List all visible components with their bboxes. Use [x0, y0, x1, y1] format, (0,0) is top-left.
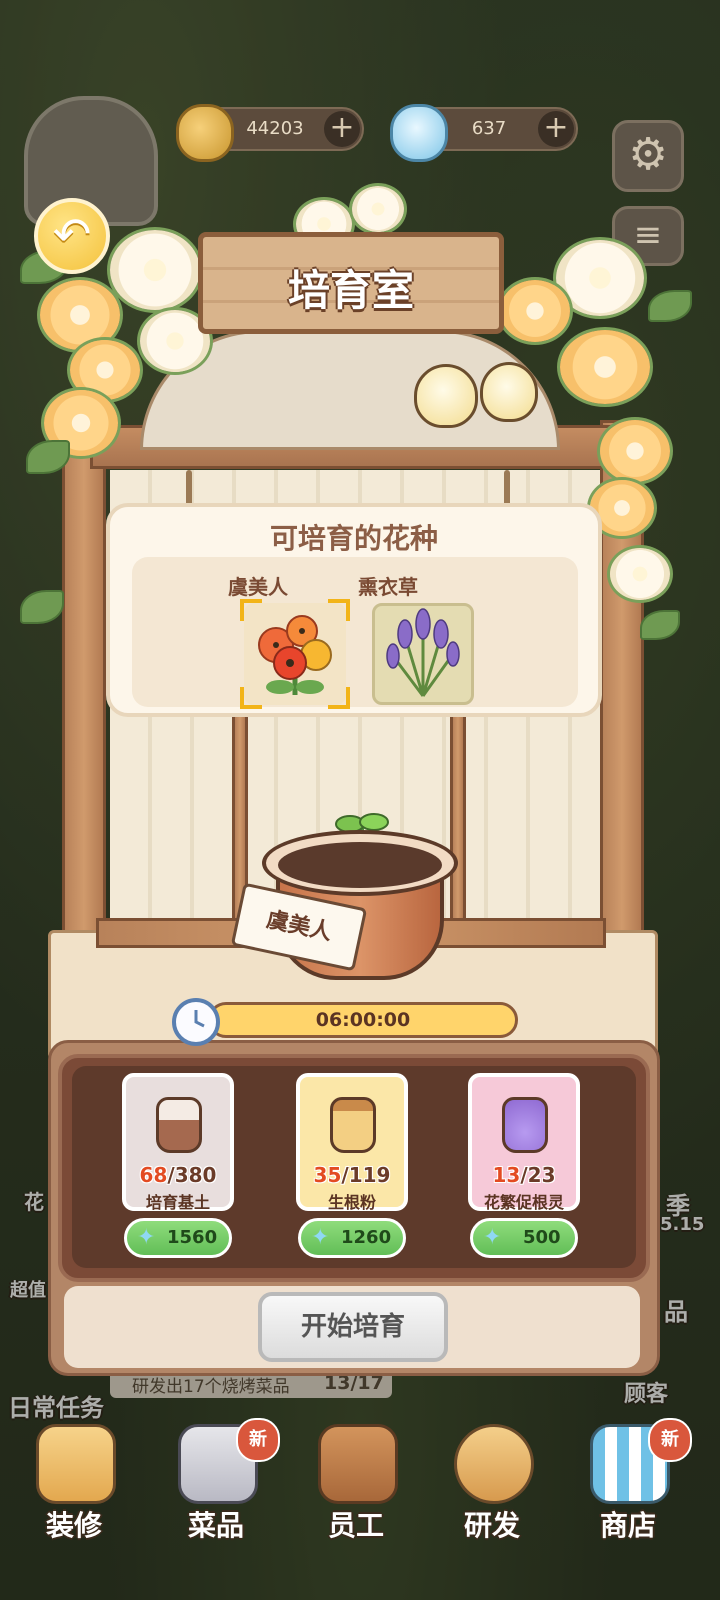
hammer-icon: [36, 1424, 116, 1504]
material-card-rooting-powder[interactable]: 35/119 生根粉: [296, 1073, 408, 1212]
start-cultivate-button[interactable]: 开始培育: [258, 1292, 448, 1362]
add-coins-button[interactable]: +: [324, 111, 360, 147]
decor-flower: [600, 420, 670, 482]
gem-icon: ✦: [311, 1225, 330, 1250]
nav-label: 研发: [463, 1509, 520, 1542]
nav-label: 员工: [327, 1509, 384, 1542]
gem-icon: ✦: [483, 1225, 502, 1250]
gem-icon: ✦: [137, 1225, 156, 1250]
coin-bar: 44203 +: [176, 104, 364, 162]
nav-label: 装修: [45, 1509, 102, 1542]
material-count: 35/119: [300, 1163, 404, 1187]
price-value: 500: [523, 1227, 561, 1248]
clipboard-icon: [318, 1424, 398, 1504]
add-gems-button[interactable]: +: [538, 111, 574, 147]
flower-selection-panel: 可培育的花种 虞美人 熏衣草: [106, 503, 602, 717]
title-sign: 培育室: [198, 232, 504, 334]
decor-flower: [110, 230, 200, 310]
decor-flower: [610, 548, 670, 600]
material-count: 13/23: [472, 1163, 576, 1187]
price-value: 1560: [167, 1227, 218, 1248]
buy-root-booster-button[interactable]: ✦ 500: [470, 1218, 578, 1258]
clock-icon: [172, 998, 220, 1046]
nav-shop[interactable]: 商店 新: [568, 1418, 692, 1574]
material-need: /380: [167, 1163, 217, 1187]
material-have: 35: [313, 1163, 342, 1187]
nav-label: 商店: [599, 1509, 656, 1542]
selection-corner: [328, 687, 350, 709]
material-need: /23: [520, 1163, 556, 1187]
page-title: 培育室: [287, 266, 414, 315]
material-name: 生根粉: [327, 1193, 376, 1212]
price-value: 1260: [341, 1227, 392, 1248]
material-need: /119: [341, 1163, 391, 1187]
nav-staff[interactable]: 员工: [296, 1424, 416, 1574]
timer-value: 06:00:00: [315, 1009, 411, 1031]
decor-flower: [500, 280, 570, 342]
lavender-icon: [386, 608, 460, 697]
pot-icon: [454, 1424, 534, 1504]
gear-icon[interactable]: ⚙: [612, 120, 684, 192]
selection-corner: [240, 687, 262, 709]
material-have: 13: [492, 1163, 521, 1187]
new-badge: 新: [236, 1418, 280, 1462]
pot-soil: [278, 842, 442, 888]
material-card-root-booster[interactable]: 13/23 花繁促根灵: [468, 1073, 580, 1212]
growth-timer-bar: 06:00:00: [208, 1002, 518, 1038]
nav-research[interactable]: 研发: [432, 1424, 552, 1574]
buy-soil-button[interactable]: ✦ 1560: [124, 1218, 232, 1258]
flower-name-poppy: 虞美人: [228, 575, 288, 599]
panel-title: 可培育的花种: [269, 522, 438, 555]
material-name: 花繁促根灵: [483, 1193, 564, 1212]
decor-flower: [352, 186, 404, 232]
material-count: 68/380: [126, 1163, 230, 1187]
potion-bottle-icon: [502, 1097, 548, 1153]
flower-card-lavender[interactable]: [372, 603, 474, 705]
nav-dishes[interactable]: 菜品 新: [156, 1418, 280, 1574]
flower-name-lavender: 熏衣草: [358, 575, 418, 599]
bird-left: [414, 364, 478, 428]
back-button[interactable]: ↶: [34, 198, 110, 274]
flower-list: 虞美人 熏衣草: [132, 557, 578, 709]
flower-card-poppy[interactable]: [240, 599, 350, 709]
back-arrow-icon: ↶: [52, 207, 92, 261]
material-have: 68: [139, 1163, 168, 1187]
buy-rooting-powder-button[interactable]: ✦ 1260: [298, 1218, 406, 1258]
nav-label: 菜品: [187, 1509, 244, 1542]
gem-bar: 637 +: [390, 104, 578, 162]
material-card-soil[interactable]: 68/380 培育基土: [122, 1073, 234, 1212]
selection-corner: [240, 599, 262, 621]
nav-decorate[interactable]: 装修: [14, 1424, 134, 1574]
bird-right: [480, 362, 538, 422]
soil-bottle-icon: [156, 1097, 202, 1153]
material-name: 培育基土: [145, 1193, 210, 1212]
selection-corner: [328, 599, 350, 621]
powder-jar-icon: [330, 1097, 376, 1153]
new-badge: 新: [648, 1418, 692, 1462]
decor-flower: [560, 330, 650, 404]
